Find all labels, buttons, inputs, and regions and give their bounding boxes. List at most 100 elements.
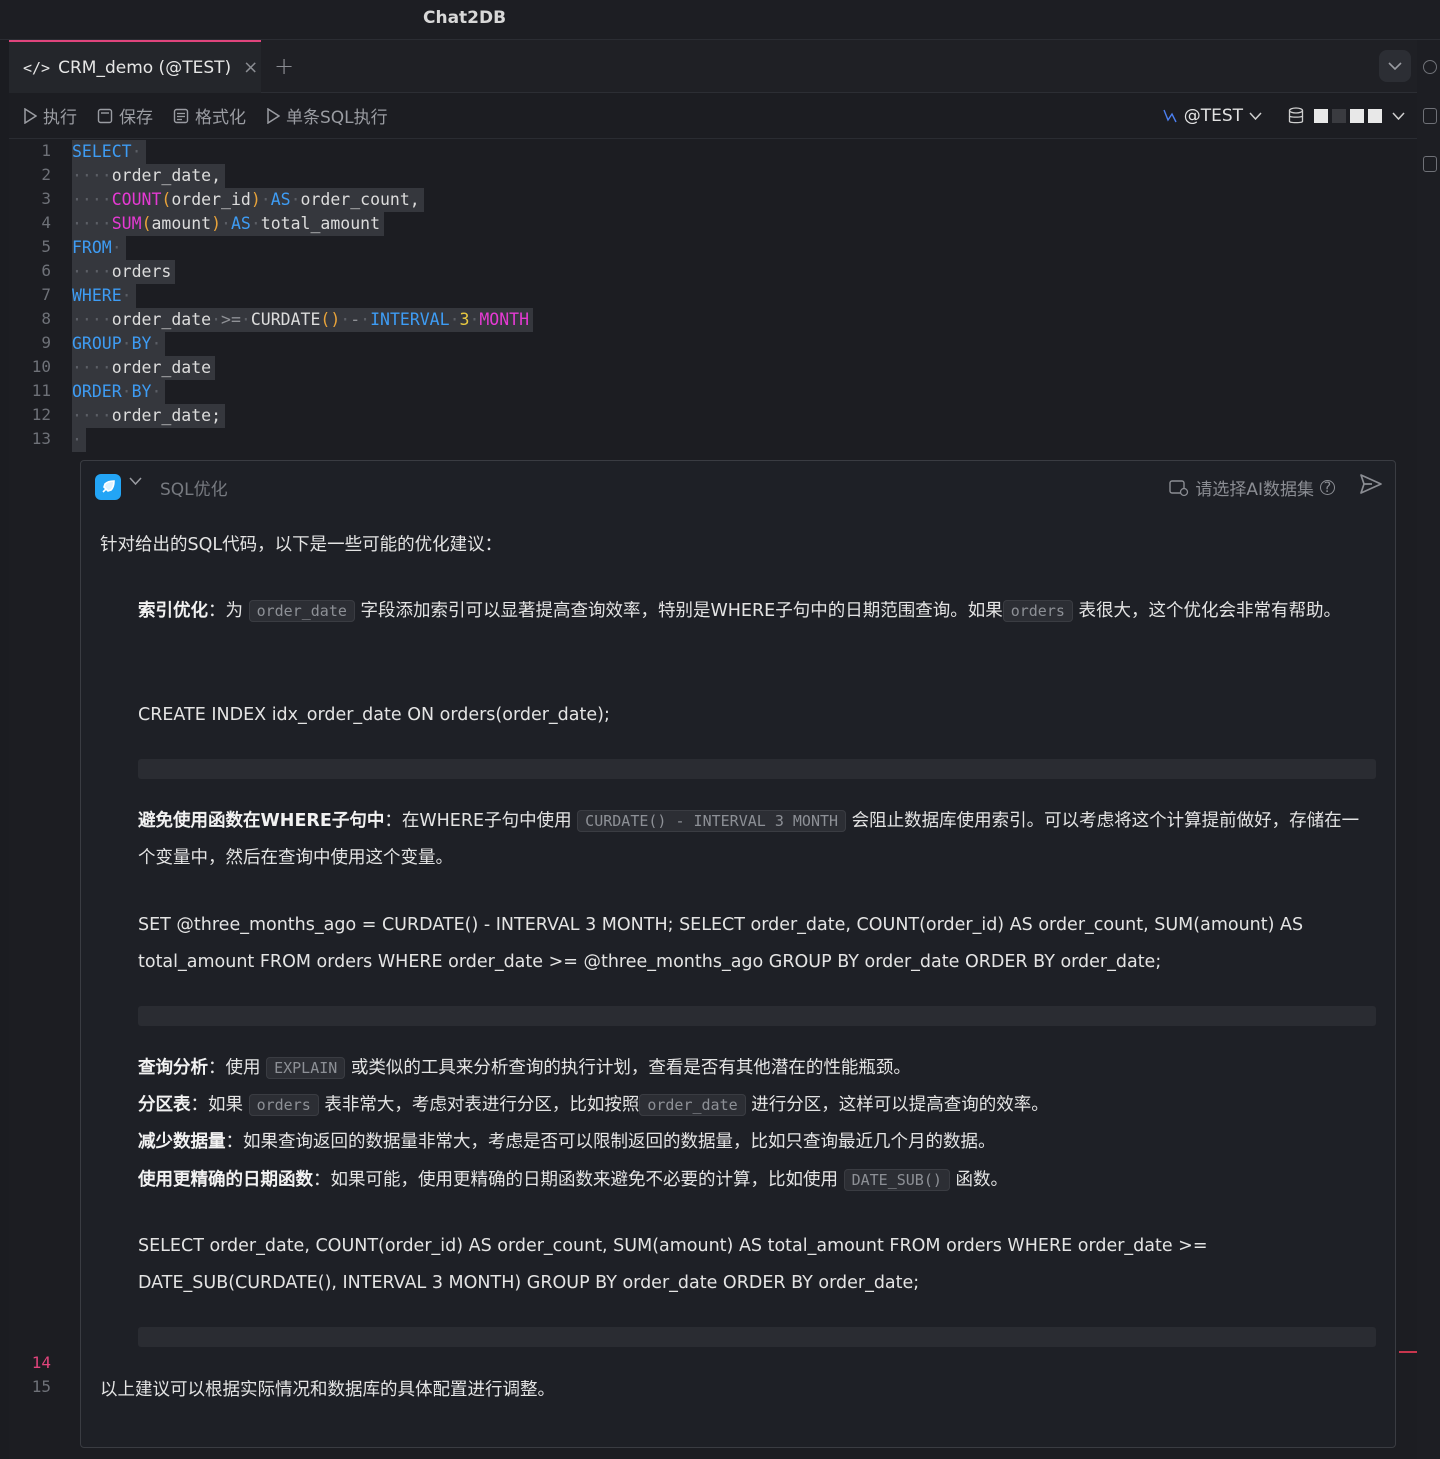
line-number: 10 [31,357,51,376]
code-line: FROM· [72,236,126,260]
inline-code: EXPLAIN [266,1057,346,1079]
run-label: 执行 [43,108,77,128]
line-number: 6 [41,261,51,280]
code-line: ····SUM(amount)·AS·total_amount [72,212,385,236]
line-number: 8 [41,309,51,328]
connection-icon [1163,109,1177,123]
format-label: 格式化 [195,108,246,128]
code-icon: </> [23,58,51,77]
ai-dataset-label: 请选择AI数据集 [1195,480,1314,500]
code-line: ORDER·BY· [72,380,166,404]
single-sql-run-label: 单条SQL执行 [286,108,388,128]
chevron-down-icon[interactable] [129,477,142,485]
ai-response-outro: 以上建议可以根据实际情况和数据库的具体配置进行调整。 [100,1380,555,1400]
tab-list-dropdown-button[interactable] [1379,50,1411,82]
code-block [138,1006,1376,1026]
sql-editor[interactable]: 1 2 3 4 5 6 7 8 9 10 11 12 13 14 15 SELECT· ····order_d… [9,139,1417,1459]
send-icon[interactable] [1359,473,1383,495]
inline-code: order_date [639,1094,746,1116]
document-icon[interactable] [1423,156,1437,172]
inline-code: orders [1002,600,1073,622]
scroll-marker [1399,1351,1417,1353]
line-number: 5 [41,237,51,256]
save-label: 保存 [119,108,153,128]
inline-code: order_date [248,600,355,622]
tip-query-analysis: 查询分析：使用 EXPLAIN 或类似的工具来分析查询的执行计划，查看是否有其他… [138,1057,911,1079]
tip-partition: 分区表：如果 orders 表非常大，考虑对表进行分区，比如按照 order_da… [138,1094,1049,1116]
line-number: 3 [41,189,51,208]
add-tab-button[interactable]: + [274,52,294,80]
single-sql-run-button[interactable]: 单条SQL执行 [266,103,388,128]
line-number: 15 [31,1377,51,1396]
close-icon[interactable]: × [243,57,258,78]
ai-prompt-input[interactable]: SQL优化 [160,475,228,500]
right-sidebar [1417,40,1440,1459]
tip-title: 使用更精确的日期函数 [138,1170,313,1190]
code-line: ····order_date, [72,164,226,188]
run-button[interactable]: 执行 [23,103,77,128]
code-line: ····order_date [72,356,216,380]
line-number: 11 [31,381,51,400]
play-icon [267,107,280,124]
tip-title: 减少数据量 [138,1132,226,1152]
code-line: SELECT· [72,140,146,164]
line-number: 7 [41,285,51,304]
redacted-block [1350,109,1364,123]
app-title: Chat2DB [423,8,507,28]
sql-suggestion: SELECT order_date, COUNT(order_id) AS or… [138,1236,1208,1293]
ai-response-intro: 针对给出的SQL代码，以下是一些可能的优化建议： [100,535,503,555]
tip-index: 索引优化：为 order_date 字段添加索引可以显著提高查询效率，特别是WH… [138,600,1341,622]
tab-bar: </> CRM_demo (@TEST) × + [9,40,1417,93]
inline-code: CURDATE() - INTERVAL 3 MONTH [577,810,847,832]
line-number: 12 [31,405,51,424]
tip-title: 索引优化 [138,601,208,621]
tip-avoid-function: 避免使用函数在WHERE子句中：在WHERE子句中使用 CURDATE() - … [138,810,1360,868]
ai-dataset-selector[interactable]: 请选择AI数据集 ? [1169,475,1335,500]
tip-title: 分区表 [138,1095,191,1115]
line-number: 9 [41,333,51,352]
line-number: 14 [31,1353,51,1372]
redacted-block [1368,109,1382,123]
format-button[interactable]: 格式化 [173,103,246,128]
tip-reduce-data: 减少数据量：如果查询返回的数据量非常大，考虑是否可以限制返回的数据量，比如只查询… [138,1132,996,1152]
chevron-down-icon [1249,112,1262,120]
play-icon [24,107,37,124]
tip-title: 查询分析 [138,1058,208,1078]
redacted-block [1332,109,1346,123]
inline-code: orders [248,1094,319,1116]
line-number: 2 [41,165,51,184]
code-block [138,1327,1376,1347]
database-icon [1288,107,1304,124]
save-button[interactable]: 保存 [97,103,153,128]
chevron-down-icon [1392,112,1405,120]
database-selector[interactable] [1288,107,1405,125]
code-line: ····order_date; [72,404,226,428]
tab-label: CRM_demo (@TEST) [58,57,232,78]
ai-logo-icon[interactable] [95,474,121,500]
chevron-down-icon [1388,62,1402,70]
code-line: ····COUNT(order_id)·AS·order_count, [72,188,424,212]
format-icon [173,108,189,123]
sql-suggestion: CREATE INDEX idx_order_date ON orders(or… [138,705,610,725]
clipboard-icon[interactable] [1423,108,1437,124]
code-block [138,759,1376,779]
editor-toolbar: 执行 保存 格式化 单条SQL执行 @TEST [9,93,1417,139]
code-line: · [72,428,86,452]
tip-date-function: 使用更精确的日期函数：如果可能，使用更精确的日期函数来避免不必要的计算，比如使用… [138,1169,1008,1191]
title-bar: Chat2DB [0,0,1440,40]
code-line: WHERE· [72,284,136,308]
rocket-icon [102,480,115,493]
ai-assistant-panel: SQL优化 请选择AI数据集 ? 针对给出的SQL代码，以下是一些可能的优化建议… [80,460,1396,1448]
code-line: GROUP·BY· [72,332,166,356]
code-line: ····order_date·>=·CURDATE()·-·INTERVAL·3… [72,308,534,332]
dataset-icon [1169,479,1189,496]
tip-title: 避免使用函数在WHERE子句中 [138,811,385,831]
ai-input-bar: SQL优化 请选择AI数据集 ? [81,461,1395,513]
code-line: ····orders [72,260,176,284]
inline-code: DATE_SUB() [843,1169,950,1191]
connection-selector[interactable]: @TEST [1162,106,1262,126]
help-icon[interactable]: ? [1320,480,1335,496]
circle-icon[interactable] [1423,60,1437,74]
line-number: 4 [41,213,51,232]
tab-crm-demo[interactable]: </> CRM_demo (@TEST) × [9,40,261,93]
